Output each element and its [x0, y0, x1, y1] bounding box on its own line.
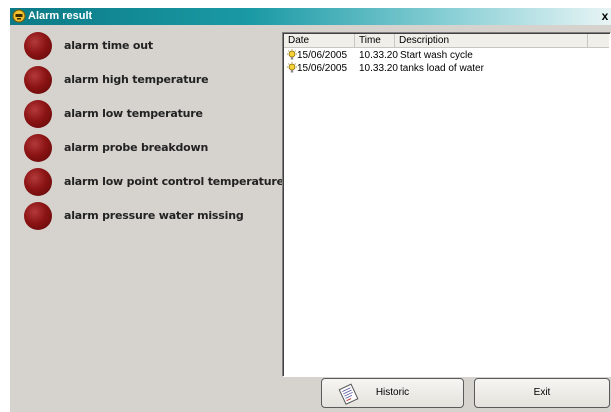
column-header-description[interactable]: Description	[395, 34, 588, 48]
alarm-led-icon	[24, 32, 52, 60]
column-header-date[interactable]: Date	[284, 34, 355, 48]
list-header: Date Time Description	[284, 34, 609, 48]
alarm-label: alarm high temperature	[64, 73, 209, 86]
alarm-item-low-temperature: alarm low temperature	[24, 100, 274, 128]
alarm-result-window: Alarm result x alarm time out alarm high…	[10, 8, 611, 412]
title-bar[interactable]: Alarm result x	[10, 8, 611, 25]
row-description: Start wash cycle	[400, 50, 473, 61]
close-icon[interactable]: x	[599, 8, 611, 24]
alarm-item-time-out: alarm time out	[24, 32, 274, 60]
alarm-led-icon	[24, 66, 52, 94]
row-description: tanks load of water	[400, 63, 484, 74]
alarm-item-probe-breakdown: alarm probe breakdown	[24, 134, 274, 162]
alarm-item-pressure-water-missing: alarm pressure water missing	[24, 202, 274, 230]
row-date: 15/06/2005	[297, 50, 348, 61]
row-time: 10.33.20	[359, 50, 398, 61]
alarm-label: alarm low point control temperature	[64, 175, 284, 188]
alarm-led-icon	[24, 134, 52, 162]
alarm-led-icon	[24, 168, 52, 196]
alarm-label: alarm pressure water missing	[64, 209, 244, 222]
alarm-led-icon	[24, 202, 52, 230]
event-log-list[interactable]: Date Time Description 15/06/2005 10.33.2…	[282, 32, 611, 377]
column-header-filler	[588, 34, 609, 48]
list-item[interactable]: 15/06/2005 10.33.20 Start wash cycle	[284, 49, 604, 62]
historic-button[interactable]: Historic	[321, 378, 464, 408]
alarm-item-low-point-control-temperature: alarm low point control temperature	[24, 168, 284, 196]
alarm-label: alarm probe breakdown	[64, 141, 209, 154]
alarm-item-high-temperature: alarm high temperature	[24, 66, 274, 94]
window-title: Alarm result	[28, 10, 93, 22]
row-time: 10.33.20	[359, 63, 398, 74]
list-item[interactable]: 15/06/2005 10.33.20 tanks load of water	[284, 62, 604, 75]
exit-button[interactable]: Exit	[474, 378, 610, 408]
alarm-label: alarm time out	[64, 39, 153, 52]
alarm-app-icon	[12, 9, 26, 23]
column-header-time[interactable]: Time	[355, 34, 395, 48]
exit-button-label: Exit	[533, 387, 551, 398]
alarm-label: alarm low temperature	[64, 107, 203, 120]
row-date: 15/06/2005	[297, 63, 348, 74]
historic-button-label: Historic	[375, 387, 410, 398]
alarm-led-icon	[24, 100, 52, 128]
